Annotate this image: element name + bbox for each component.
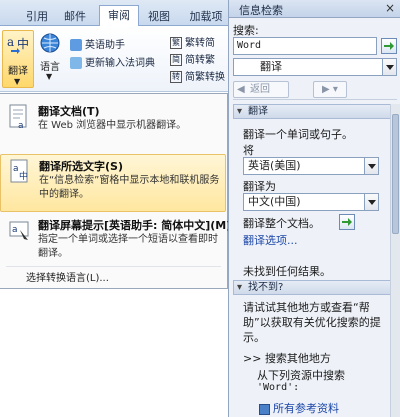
menu-item-desc: 指定一个单词或选择一个短语以查看即时翻译。 — [38, 234, 218, 259]
document-translate-icon: a — [9, 104, 27, 130]
from-resources-text: 从下列资源中搜索 — [257, 369, 345, 382]
menu-item-choose-language[interactable]: 选择转换语言(L)... — [26, 269, 109, 284]
language-icon — [40, 33, 60, 53]
service-dropdown-value: 翻译 — [260, 60, 282, 73]
conversion-button[interactable]: 转简繁转换 — [170, 70, 225, 86]
all-references-label: 所有参考资料 — [273, 402, 339, 415]
update-ime-label: 更新输入法词典 — [85, 58, 155, 69]
menu-divider — [6, 266, 221, 267]
from-language-select[interactable]: 英语(美国) — [243, 157, 379, 175]
ribbon-review-panel: a 中 翻译 ▼ 语言 ▼ 英语助手 更新输入法词典 繁繁转简 简 简转繁 转 … — [0, 26, 228, 92]
scrollbar-thumb[interactable] — [392, 114, 399, 234]
search-elsewhere-label: 搜索其他地方 — [264, 352, 331, 365]
translate-hint: 翻译一个单词或句子。 — [243, 128, 353, 141]
research-pane: 信息检索 × 搜索: Word 翻译 ◀ 返回 ▶ ▾ 翻译 翻译一个单词或句子… — [228, 0, 400, 417]
menu-item-title: 翻译所选文字(S) — [39, 160, 123, 173]
from-language-value: 英语(美国) — [248, 159, 301, 172]
language-button-label: 语言 — [40, 62, 60, 73]
translate-document-button[interactable] — [339, 214, 355, 230]
ribbon-tab-bar: 引用 邮件 审阅 视图 加载项 — [0, 0, 228, 27]
svg-text:中: 中 — [17, 36, 29, 51]
translate-icon: a 中 — [7, 35, 29, 54]
double-chevron-right-icon: >> — [243, 352, 262, 365]
svg-text:a: a — [12, 225, 18, 235]
section-translate-header[interactable]: 翻译 — [233, 104, 397, 119]
english-assistant-label: 英语助手 — [85, 40, 125, 51]
conversion-label: 简繁转换 — [185, 72, 225, 83]
query-quoted-text: 'Word': — [257, 382, 300, 393]
screentip-translate-icon: a — [9, 221, 29, 240]
chevron-down-icon: ▼ — [14, 77, 21, 86]
translate-dropdown-menu: a 翻译文档(T) 在 Web 浏览器中显示机器翻译。 a 中 翻译所选文字(S… — [0, 93, 231, 289]
menu-item-translate-selection[interactable]: a 中 翻译所选文字(S) 在“信息检索”窗格中显示本地和联机服务中的翻译。 — [0, 154, 226, 212]
translate-document-label: 翻译整个文档。 — [243, 217, 320, 230]
trad-to-simp-label: 繁转简 — [185, 38, 215, 49]
to-language-value: 中文(中国) — [248, 195, 301, 208]
all-references-link[interactable]: 所有参考资料 — [259, 400, 339, 416]
dictionary-icon — [70, 57, 82, 69]
help-text: 请试试其他地方或查看“帮助”以获取有关优化搜索的提示。 — [243, 301, 381, 344]
chevron-down-icon — [364, 194, 378, 210]
trad-to-simp-icon: 繁 — [170, 37, 182, 49]
svg-text:中: 中 — [19, 170, 28, 182]
research-pane-title: 信息检索 — [239, 4, 283, 17]
search-input[interactable]: Word — [233, 37, 377, 55]
nav-toolbar: ◀ 返回 ▶ ▾ — [233, 80, 397, 100]
tab-addins[interactable]: 加载项 — [184, 7, 228, 26]
trad-to-simp-button[interactable]: 繁繁转简 — [170, 36, 215, 52]
back-button[interactable]: ◀ 返回 — [233, 81, 289, 98]
back-button-label: 返回 — [250, 84, 270, 95]
service-dropdown[interactable]: 翻译 — [233, 58, 397, 76]
back-arrow-icon: ◀ — [237, 84, 245, 95]
menu-item-desc: 在“信息检索”窗格中显示本地和联机服务中的翻译。 — [39, 175, 220, 200]
chevron-down-icon — [382, 59, 396, 75]
chevron-down-icon: ▼ — [46, 72, 53, 81]
tab-view[interactable]: 视图 — [142, 7, 176, 26]
books-icon — [259, 403, 270, 415]
search-label: 搜索: — [233, 24, 259, 37]
svg-text:a: a — [18, 121, 24, 130]
svg-text:a: a — [7, 35, 14, 49]
menu-item-title: 翻译文档(T) — [38, 105, 100, 118]
tab-references[interactable]: 引用 — [20, 7, 54, 26]
to-language-label: 翻译为 — [243, 180, 276, 193]
language-button[interactable]: 语言 ▼ — [36, 32, 64, 82]
translate-button-label: 翻译 — [8, 66, 28, 77]
from-language-label: 将 — [243, 144, 254, 157]
selection-translate-icon: a 中 — [10, 159, 28, 183]
to-language-select[interactable]: 中文(中国) — [243, 193, 379, 211]
forward-button[interactable]: ▶ ▾ — [313, 81, 347, 98]
search-elsewhere-row[interactable]: >> 搜索其他地方 — [243, 350, 331, 366]
menu-item-title: 翻译屏幕提示[英语助手: 简体中文](M) — [38, 219, 232, 232]
translation-options-link[interactable]: 翻译选项... — [243, 232, 298, 248]
svg-text:a: a — [13, 164, 19, 174]
simp-to-trad-button[interactable]: 简简转繁 — [170, 53, 215, 69]
arrow-right-icon — [384, 42, 394, 50]
section-not-found-header[interactable]: 找不到? — [233, 280, 397, 295]
arrow-right-icon — [342, 218, 352, 226]
menu-item-desc: 在 Web 浏览器中显示机器翻译。 — [38, 120, 187, 131]
simp-to-trad-label: 简转繁 — [185, 55, 215, 66]
menu-item-translate-document[interactable]: a 翻译文档(T) 在 Web 浏览器中显示机器翻译。 — [0, 100, 226, 150]
search-go-button[interactable] — [381, 38, 397, 54]
update-ime-button[interactable]: 更新输入法词典 — [70, 56, 155, 72]
close-icon[interactable]: × — [385, 1, 395, 15]
conversion-icon: 转 — [170, 71, 182, 83]
english-assistant-button[interactable]: 英语助手 — [70, 38, 125, 54]
research-pane-header: 信息检索 × — [229, 0, 400, 18]
translate-button[interactable]: a 中 翻译 ▼ — [2, 30, 34, 88]
word-ribbon-area: 引用 邮件 审阅 视图 加载项 a 中 翻译 ▼ 语言 ▼ 英语助手 更新输入法… — [0, 0, 231, 417]
chevron-down-icon — [364, 158, 378, 174]
forward-arrow-icon: ▶ ▾ — [322, 84, 338, 95]
pane-scrollbar[interactable] — [390, 104, 400, 417]
tab-mailings[interactable]: 邮件 — [58, 7, 92, 26]
menu-item-translate-screentip[interactable]: a 翻译屏幕提示[英语助手: 简体中文](M) 指定一个单词或选择一个短语以查看… — [0, 214, 231, 266]
tab-review[interactable]: 审阅 — [99, 5, 139, 27]
no-results-text: 未找到任何结果。 — [243, 265, 331, 278]
simp-to-trad-icon: 简 — [170, 54, 182, 66]
assistant-icon — [70, 39, 82, 51]
